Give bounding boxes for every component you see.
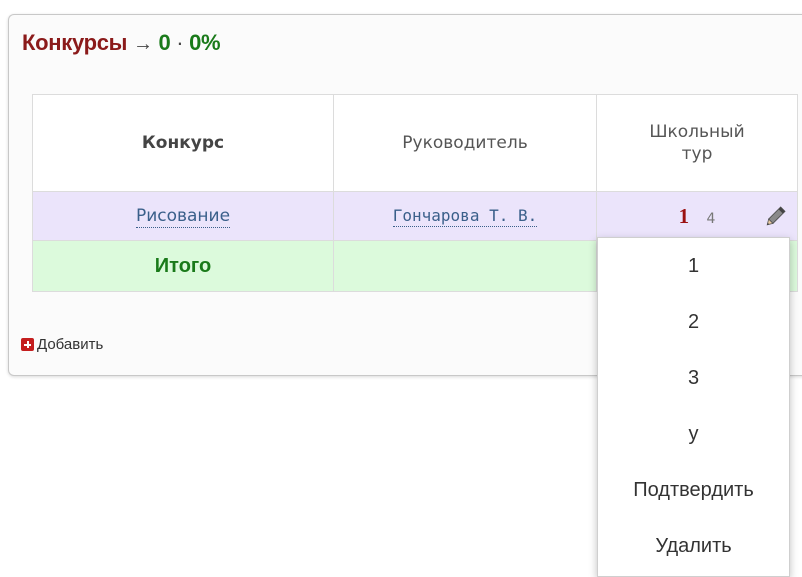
score-value[interactable]: 1 bbox=[679, 204, 690, 228]
title-label: Конкурсы bbox=[22, 30, 128, 55]
menu-item-1[interactable]: 1 bbox=[598, 238, 789, 294]
title-separator: · bbox=[176, 30, 184, 55]
title-arrow: → bbox=[133, 33, 153, 55]
pencil-icon[interactable] bbox=[763, 205, 787, 234]
leader-cell: Гончарова Т. В. bbox=[333, 191, 597, 241]
score-dropdown-menu: 1 2 3 у Подтвердить Удалить bbox=[597, 237, 790, 577]
title-count: 0 bbox=[158, 30, 171, 55]
score-secondary: 4 bbox=[706, 210, 716, 227]
title-percent: 0% bbox=[189, 30, 221, 55]
header-school-round-label: Школьный тур bbox=[649, 122, 745, 164]
add-contest-button[interactable]: Добавить bbox=[21, 336, 103, 353]
contest-link[interactable]: Рисование bbox=[135, 206, 231, 228]
table-row: Рисование Гончарова Т. В. 1 4 bbox=[32, 191, 798, 241]
header-school-round: Школьный тур bbox=[596, 94, 798, 192]
total-label-cell: Итого bbox=[32, 240, 334, 292]
page-title: Конкурсы → 0 · 0% bbox=[22, 30, 221, 56]
menu-item-3[interactable]: 3 bbox=[598, 350, 789, 406]
menu-item-2[interactable]: 2 bbox=[598, 294, 789, 350]
plus-icon bbox=[21, 338, 34, 351]
add-label: Добавить bbox=[37, 336, 104, 353]
score-cell: 1 4 bbox=[596, 191, 798, 241]
header-contest: Конкурс bbox=[32, 94, 334, 192]
total-leader-cell bbox=[333, 240, 597, 292]
contest-cell: Рисование bbox=[32, 191, 334, 241]
leader-link[interactable]: Гончарова Т. В. bbox=[392, 206, 538, 227]
total-label: Итого bbox=[154, 254, 212, 277]
menu-item-u[interactable]: у bbox=[598, 406, 789, 462]
menu-item-confirm[interactable]: Подтвердить bbox=[598, 462, 789, 518]
menu-item-delete[interactable]: Удалить bbox=[598, 518, 789, 574]
header-leader: Руководитель bbox=[333, 94, 597, 192]
table-header-row: Конкурс Руководитель Школьный тур bbox=[32, 94, 798, 192]
